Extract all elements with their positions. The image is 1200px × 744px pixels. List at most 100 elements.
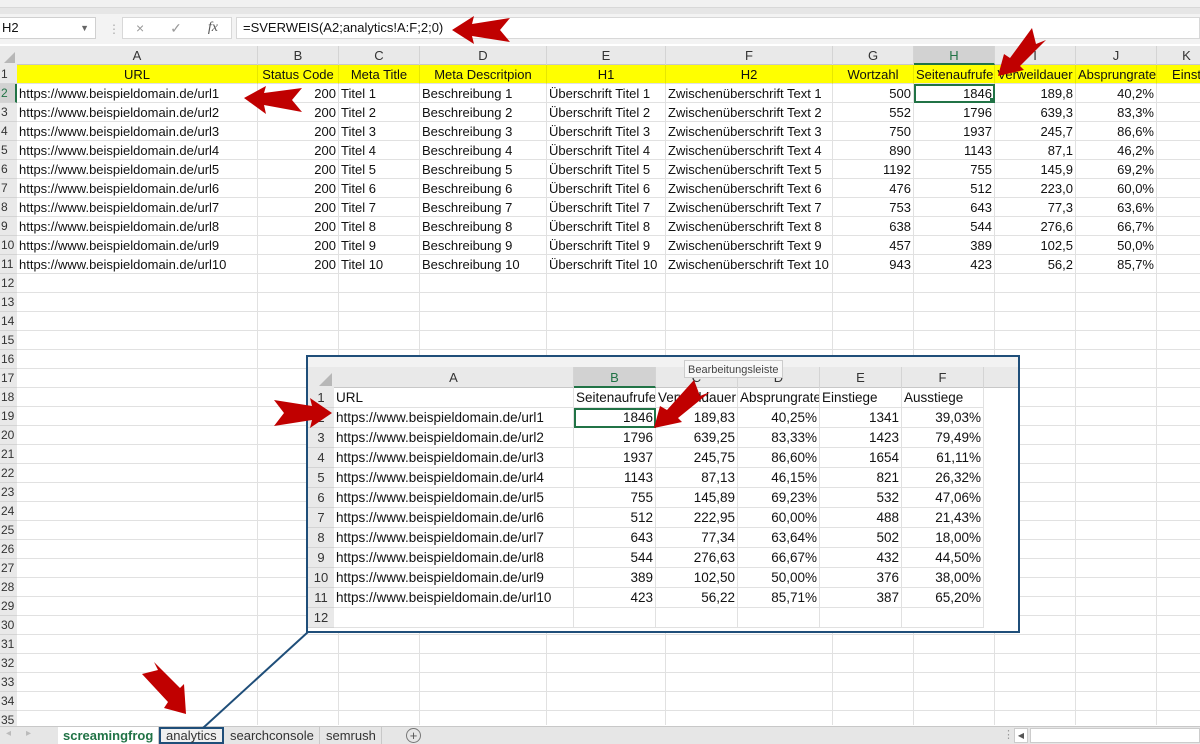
header-cell[interactable]: Seitenaufrufe: [914, 65, 995, 84]
preview-cell[interactable]: 387: [820, 588, 902, 608]
preview-column-header-a[interactable]: A: [334, 367, 574, 388]
cell[interactable]: 200: [258, 122, 339, 141]
tab-scroll-prev-icon[interactable]: ◂: [6, 728, 11, 739]
preview-cell[interactable]: 643: [574, 528, 656, 548]
preview-row-header-11[interactable]: 11: [308, 588, 334, 608]
row-header-27[interactable]: 27: [0, 559, 17, 578]
cell[interactable]: Titel 2: [339, 103, 420, 122]
preview-cell[interactable]: https://www.beispieldomain.de/url3: [334, 448, 574, 468]
preview-cell[interactable]: 85,71%: [738, 588, 820, 608]
preview-row-header-12[interactable]: 12: [308, 608, 334, 628]
insert-function-icon[interactable]: fx: [208, 20, 218, 36]
cell[interactable]: [1157, 217, 1200, 236]
tab-scroll-next-icon[interactable]: ▸: [26, 728, 31, 739]
tab-semrush[interactable]: semrush: [321, 727, 382, 744]
cell[interactable]: 223,0: [995, 179, 1076, 198]
row-header-9[interactable]: 9: [0, 217, 17, 236]
cell[interactable]: Überschrift Titel 1: [547, 84, 666, 103]
cell[interactable]: Titel 5: [339, 160, 420, 179]
cell[interactable]: [1157, 84, 1200, 103]
cell[interactable]: Überschrift Titel 5: [547, 160, 666, 179]
row-header-34[interactable]: 34: [0, 692, 17, 711]
cell[interactable]: 500: [833, 84, 914, 103]
column-header-k[interactable]: K: [1157, 46, 1200, 65]
cell[interactable]: Titel 1: [339, 84, 420, 103]
cell[interactable]: 389: [914, 236, 995, 255]
cell[interactable]: 890: [833, 141, 914, 160]
preview-cell[interactable]: 61,11%: [902, 448, 984, 468]
header-cell[interactable]: Status Code: [258, 65, 339, 84]
cell[interactable]: https://www.beispieldomain.de/url3: [17, 122, 258, 141]
cell[interactable]: [1157, 236, 1200, 255]
cell[interactable]: 200: [258, 141, 339, 160]
row-header-16[interactable]: 16: [0, 350, 17, 369]
preview-cell[interactable]: 544: [574, 548, 656, 568]
preview-cell[interactable]: 46,15%: [738, 468, 820, 488]
cell[interactable]: Titel 8: [339, 217, 420, 236]
preview-cell[interactable]: 63,64%: [738, 528, 820, 548]
header-cell[interactable]: Meta Title: [339, 65, 420, 84]
preview-cell[interactable]: https://www.beispieldomain.de/url1: [334, 408, 574, 428]
preview-row-header-8[interactable]: 8: [308, 528, 334, 548]
cell[interactable]: Beschreibung 10: [420, 255, 547, 274]
cell[interactable]: 245,7: [995, 122, 1076, 141]
preview-cell[interactable]: 423: [574, 588, 656, 608]
confirm-icon[interactable]: ✓: [170, 20, 182, 37]
cell[interactable]: Zwischenüberschrift Text 3: [666, 122, 833, 141]
row-header-33[interactable]: 33: [0, 673, 17, 692]
preview-cell[interactable]: 65,20%: [902, 588, 984, 608]
cell[interactable]: 753: [833, 198, 914, 217]
tab-screamingfrog[interactable]: screamingfrog: [58, 727, 160, 744]
cell[interactable]: 86,6%: [1076, 122, 1157, 141]
cell[interactable]: Titel 4: [339, 141, 420, 160]
preview-cell[interactable]: 69,23%: [738, 488, 820, 508]
preview-cell[interactable]: [820, 608, 902, 628]
header-cell[interactable]: H2: [666, 65, 833, 84]
cell[interactable]: Überschrift Titel 10: [547, 255, 666, 274]
cell[interactable]: 643: [914, 198, 995, 217]
preview-cell[interactable]: 18,00%: [902, 528, 984, 548]
preview-cell[interactable]: https://www.beispieldomain.de/url9: [334, 568, 574, 588]
cell[interactable]: 544: [914, 217, 995, 236]
cell[interactable]: Zwischenüberschrift Text 4: [666, 141, 833, 160]
preview-cell[interactable]: 1796: [574, 428, 656, 448]
row-header-13[interactable]: 13: [0, 293, 17, 312]
preview-row-header-4[interactable]: 4: [308, 448, 334, 468]
row-header-21[interactable]: 21: [0, 445, 17, 464]
header-cell[interactable]: Absprungrate: [1076, 65, 1157, 84]
cell[interactable]: 69,2%: [1076, 160, 1157, 179]
cancel-icon[interactable]: ×: [136, 20, 144, 36]
cell[interactable]: Überschrift Titel 4: [547, 141, 666, 160]
cell[interactable]: Titel 6: [339, 179, 420, 198]
cell[interactable]: 56,2: [995, 255, 1076, 274]
cell[interactable]: 85,7%: [1076, 255, 1157, 274]
cell[interactable]: 1192: [833, 160, 914, 179]
cell[interactable]: Beschreibung 6: [420, 179, 547, 198]
cell[interactable]: Beschreibung 2: [420, 103, 547, 122]
preview-cell[interactable]: 512: [574, 508, 656, 528]
cell[interactable]: https://www.beispieldomain.de/url10: [17, 255, 258, 274]
preview-cell[interactable]: 1423: [820, 428, 902, 448]
cell[interactable]: 638: [833, 217, 914, 236]
cell[interactable]: Titel 7: [339, 198, 420, 217]
row-header-8[interactable]: 8: [0, 198, 17, 217]
cell[interactable]: 1143: [914, 141, 995, 160]
preview-cell[interactable]: 1143: [574, 468, 656, 488]
cell[interactable]: Beschreibung 9: [420, 236, 547, 255]
row-header-1[interactable]: 1: [0, 65, 17, 84]
add-sheet-button[interactable]: +: [406, 728, 421, 743]
preview-cell[interactable]: 488: [820, 508, 902, 528]
cell[interactable]: [1157, 198, 1200, 217]
cell[interactable]: 63,6%: [1076, 198, 1157, 217]
cell[interactable]: 200: [258, 198, 339, 217]
preview-cell[interactable]: 26,32%: [902, 468, 984, 488]
header-cell[interactable]: URL: [17, 65, 258, 84]
preview-header-cell[interactable]: Ausstiege: [902, 388, 984, 408]
header-cell[interactable]: Einst: [1157, 65, 1200, 84]
cell[interactable]: Zwischenüberschrift Text 6: [666, 179, 833, 198]
row-header-3[interactable]: 3: [0, 103, 17, 122]
preview-cell[interactable]: 1341: [820, 408, 902, 428]
cell[interactable]: Zwischenüberschrift Text 9: [666, 236, 833, 255]
preview-cell[interactable]: https://www.beispieldomain.de/url7: [334, 528, 574, 548]
column-header-d[interactable]: D: [420, 46, 547, 65]
